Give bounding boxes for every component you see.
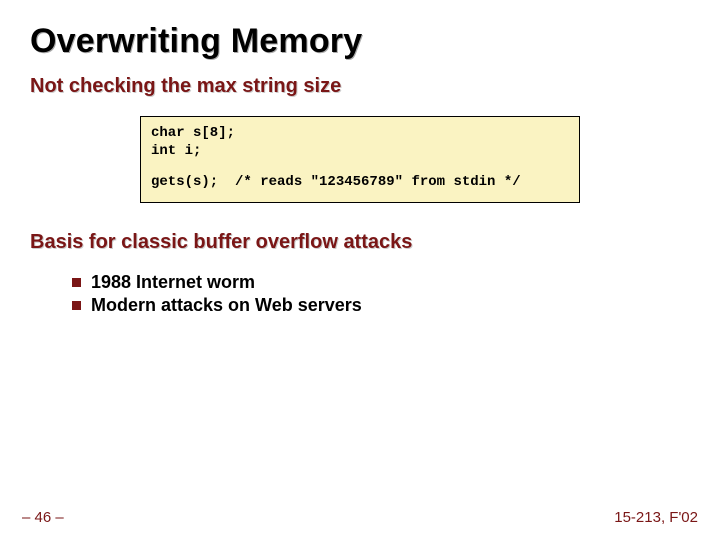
slide-title: Overwriting Memory xyxy=(30,22,690,61)
page-number: – 46 – xyxy=(22,509,64,526)
list-item: Modern attacks on Web servers xyxy=(72,295,690,316)
bullet-text: 1988 Internet worm xyxy=(91,272,255,293)
square-bullet-icon xyxy=(72,301,81,310)
bullet-list: 1988 Internet worm Modern attacks on Web… xyxy=(72,272,690,316)
slide: Overwriting Memory Not checking the max … xyxy=(0,0,720,540)
bullet-text: Modern attacks on Web servers xyxy=(91,295,362,316)
slide-footer: – 46 – 15-213, F'02 xyxy=(0,509,720,526)
subheading-not-checking: Not checking the max string size xyxy=(30,75,690,98)
code-blank-line xyxy=(151,160,569,174)
code-line: gets(s); /* reads "123456789" from stdin… xyxy=(151,174,569,192)
code-block: char s[8]; int i; gets(s); /* reads "123… xyxy=(140,116,580,203)
code-line: char s[8]; xyxy=(151,125,569,143)
course-label: 15-213, F'02 xyxy=(614,509,698,526)
square-bullet-icon xyxy=(72,278,81,287)
code-line: int i; xyxy=(151,143,569,161)
list-item: 1988 Internet worm xyxy=(72,272,690,293)
subheading-basis: Basis for classic buffer overflow attack… xyxy=(30,231,690,254)
